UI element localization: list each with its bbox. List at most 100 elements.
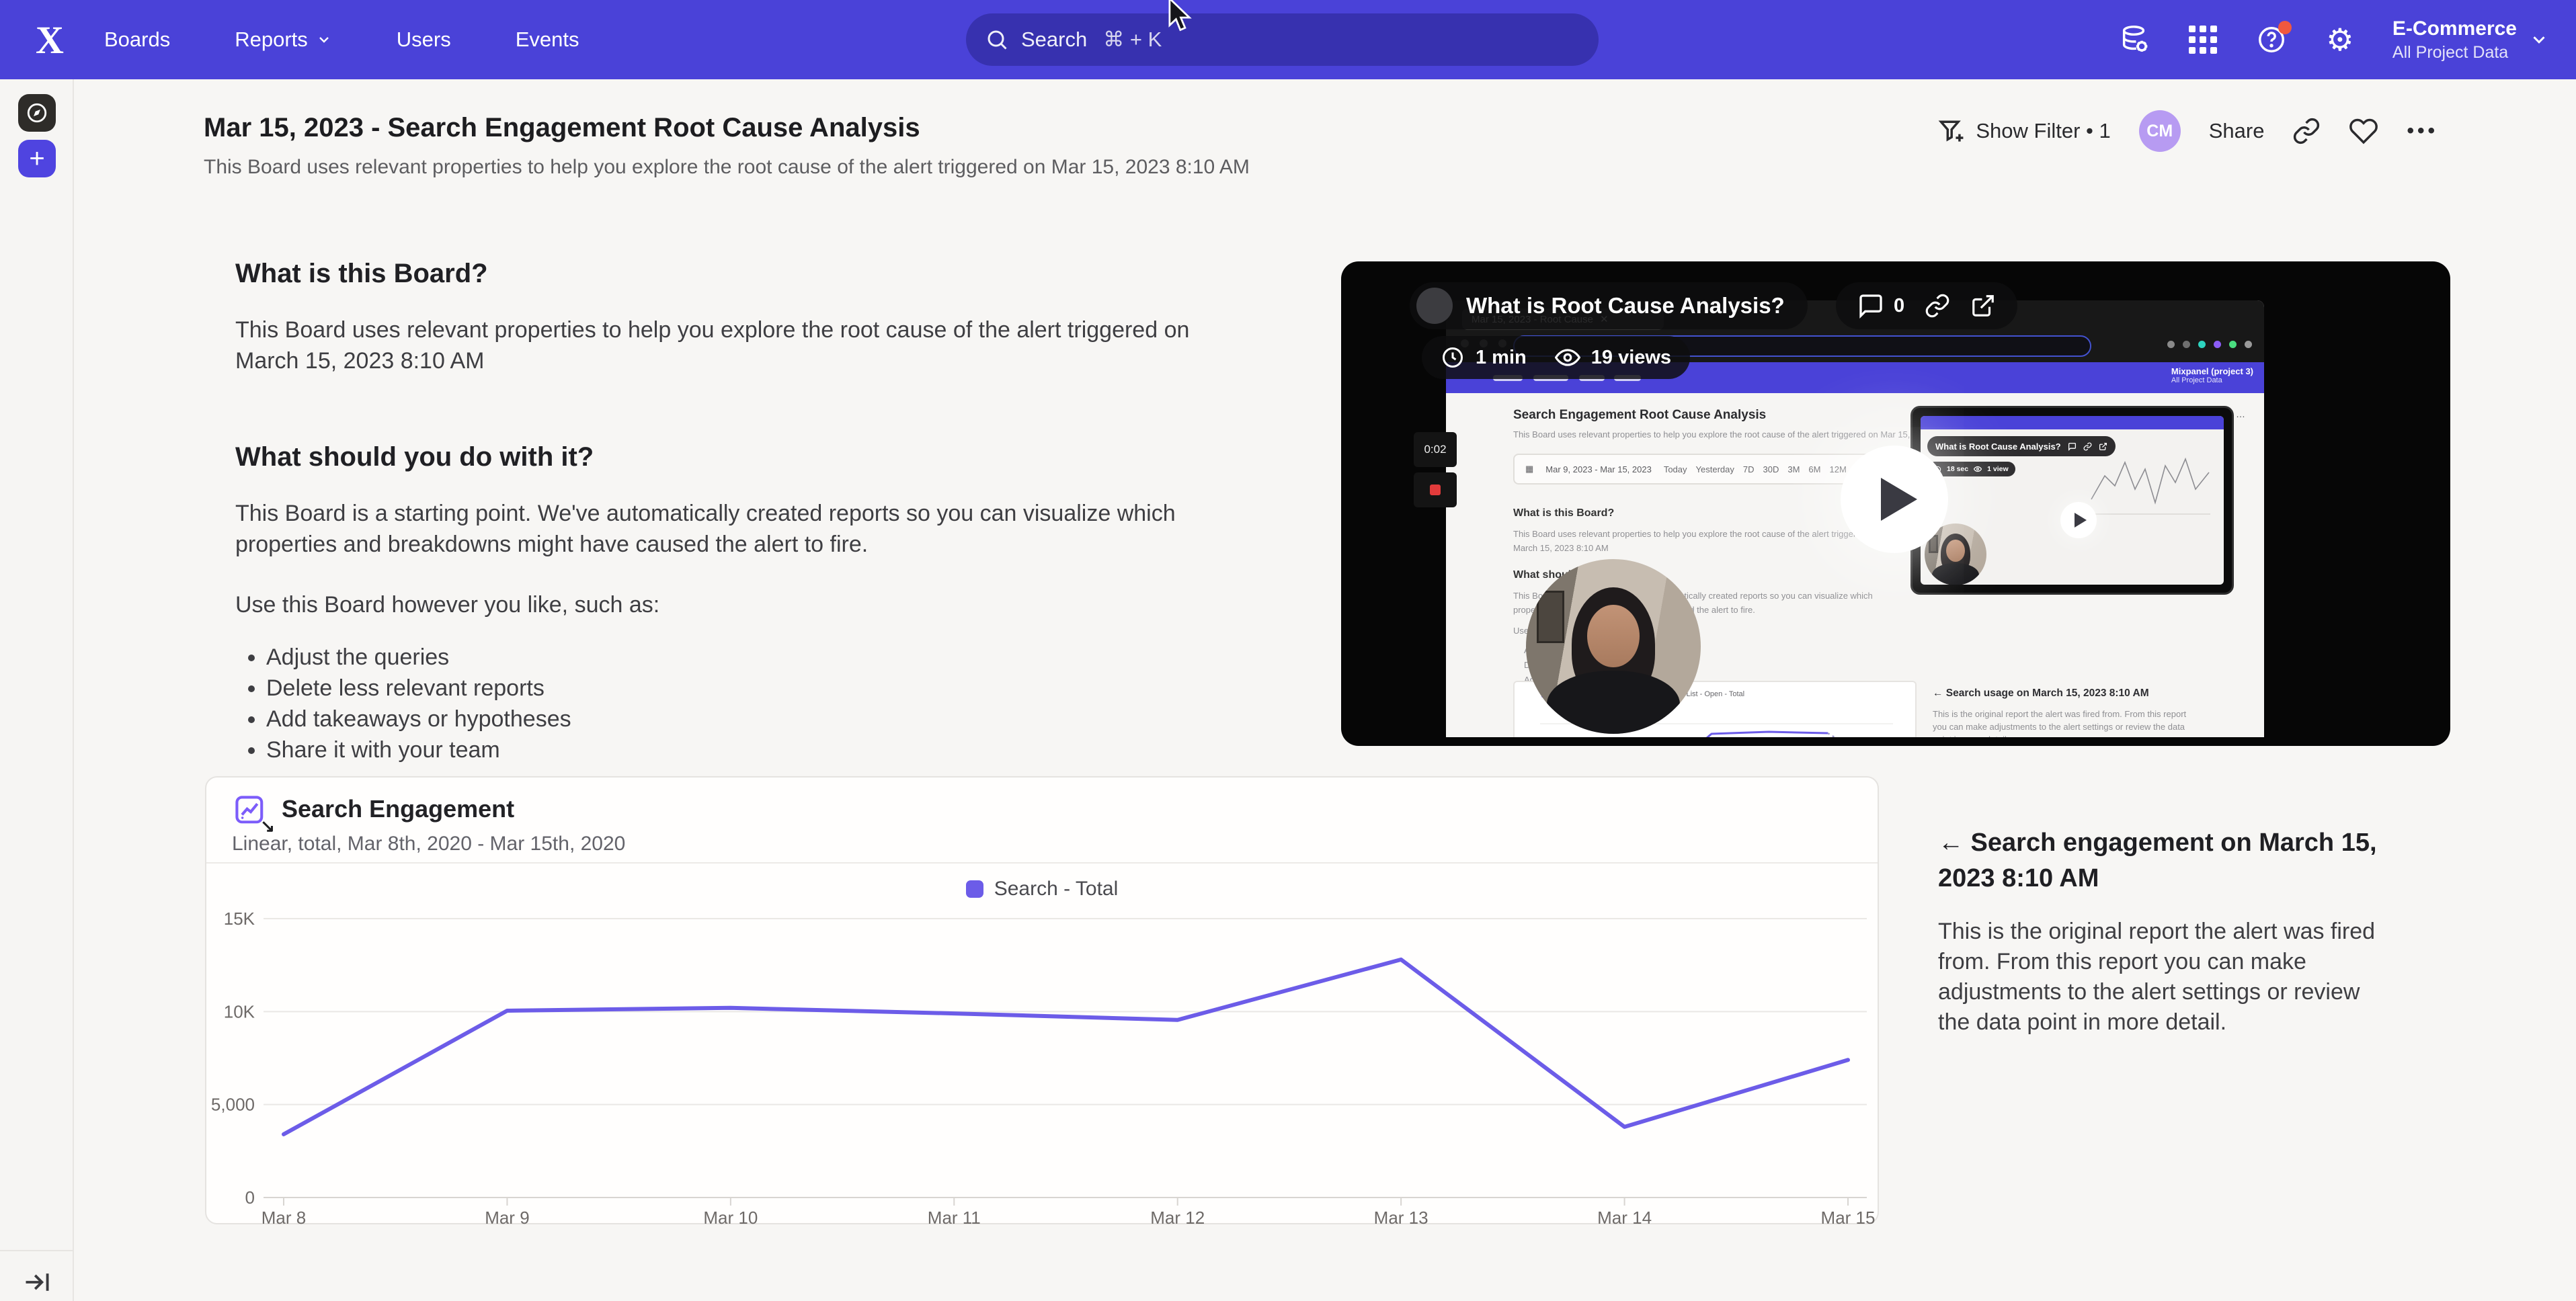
- svg-text:Mar 14: Mar 14: [1597, 1208, 1652, 1228]
- video-pip-preview: What is Root Cause Analysis? 18 sec 1 vi…: [1910, 406, 2234, 595]
- section-paragraph: Use this Board however you like, such as…: [235, 589, 1250, 620]
- filter-funnel-icon: [1937, 116, 1966, 146]
- pip-video-title: What is Root Cause Analysis?: [1935, 442, 2061, 452]
- list-item: Adjust the queries: [266, 642, 1250, 673]
- pip-title-pill: What is Root Cause Analysis?: [1927, 436, 2116, 456]
- nav-item-events[interactable]: Events: [516, 28, 579, 52]
- list-item: Share it with your team: [266, 735, 1250, 765]
- list-item: Add takeaways or hypotheses: [266, 704, 1250, 735]
- expand-right-icon: [22, 1267, 52, 1297]
- mouse-cursor: [1162, 0, 1194, 32]
- discover-boards-button[interactable]: [18, 94, 56, 132]
- svg-text:0: 0: [245, 1187, 255, 1208]
- annotation-body: This is the original report the alert wa…: [1938, 917, 2382, 1038]
- favorite-button[interactable]: [2349, 116, 2378, 146]
- share-button[interactable]: Share: [2209, 119, 2265, 143]
- video-title: What is Root Cause Analysis?: [1466, 293, 1785, 319]
- calendar-icon: ▦: [1525, 464, 1533, 474]
- search-placeholder: Search: [1021, 28, 1087, 52]
- page-title: Mar 15, 2023 - Search Engagement Root Ca…: [204, 113, 920, 143]
- report-title: Search Engagement: [282, 795, 514, 823]
- svg-text:Mar 12: Mar 12: [1150, 1208, 1205, 1228]
- mini-project-name: Mixpanel (project 3): [2171, 366, 2253, 376]
- chart-legend: Search - Total: [206, 873, 1878, 905]
- left-sidebar: +: [0, 79, 74, 1301]
- svg-text:Mar 10: Mar 10: [703, 1208, 758, 1228]
- pip-views: 1 view: [1987, 465, 2009, 473]
- annotation-heading: ← Search engagement on March 15, 2023 8:…: [1938, 825, 2382, 896]
- create-new-button[interactable]: +: [18, 140, 56, 177]
- chevron-down-icon: [2529, 30, 2549, 50]
- alert-annotation: ← Search engagement on March 15, 2023 8:…: [1938, 825, 2382, 1038]
- nav-item-boards[interactable]: Boards: [104, 28, 170, 52]
- report-card-header: ↘ Search Engagement Linear, total, Mar 8…: [206, 778, 1878, 864]
- engagement-line-chart: 05,00010K15KMar 8Mar 9Mar 10Mar 11Mar 12…: [206, 905, 1878, 1228]
- comment-count: 0: [1894, 295, 1904, 317]
- link-icon: [2292, 117, 2321, 145]
- pip-mini-chart: [2088, 439, 2216, 526]
- video-action-pill: 0: [1836, 282, 2017, 329]
- svg-text:Mar 13: Mar 13: [1374, 1208, 1428, 1228]
- report-subtitle: Linear, total, Mar 8th, 2020 - Mar 15th,…: [232, 833, 625, 855]
- avatar[interactable]: CM: [2139, 110, 2181, 152]
- settings-gear-icon[interactable]: ⚙: [2324, 24, 2356, 56]
- pip-mini-nav: [1921, 416, 2224, 429]
- open-external-icon[interactable]: [1970, 293, 1996, 319]
- search-icon: [985, 28, 1009, 52]
- top-nav: X Boards Reports Users Events Search ⌘ +…: [0, 0, 2576, 79]
- video-play-button[interactable]: [1841, 446, 1948, 553]
- mixpanel-logo[interactable]: X: [23, 0, 77, 79]
- pip-play-button[interactable]: [2060, 502, 2097, 538]
- insights-report-icon: ↘: [233, 794, 268, 829]
- comment-icon[interactable]: [1857, 292, 1884, 319]
- board-actions: Show Filter • 1 CM Share •••: [1937, 108, 2438, 155]
- video-title-pill: What is Root Cause Analysis?: [1410, 282, 1808, 329]
- apps-grid-icon[interactable]: [2187, 24, 2219, 56]
- nav-item-label: Boards: [104, 28, 170, 52]
- eye-icon: [1974, 465, 1982, 473]
- copy-link-button[interactable]: [2292, 117, 2321, 145]
- play-icon: [1881, 478, 1917, 521]
- link-icon[interactable]: [1925, 293, 1950, 319]
- list-item: Delete less relevant reports: [266, 673, 1250, 704]
- clock-icon: [1441, 345, 1465, 370]
- video-duration: 1 min: [1476, 347, 1527, 369]
- mini-board-subtitle: This Board uses relevant properties to h…: [1513, 429, 1932, 439]
- notification-badge: [2278, 21, 2292, 34]
- search-input[interactable]: Search ⌘ + K: [966, 13, 1599, 66]
- show-filter-button[interactable]: Show Filter • 1: [1937, 116, 2110, 146]
- legend-label: Search - Total: [994, 878, 1119, 900]
- nav-right-cluster: ⚙ E-Commerce All Project Data: [2118, 0, 2549, 79]
- report-card-search-engagement[interactable]: ↘ Search Engagement Linear, total, Mar 8…: [205, 776, 1879, 1224]
- mini-board-title: Search Engagement Root Cause Analysis: [1513, 408, 1766, 423]
- video-player[interactable]: Mar 15, 2023 - Root Cause✕ Mixpanel (pro…: [1341, 261, 2450, 746]
- nav-item-label: Reports: [235, 28, 308, 52]
- svg-text:Mar 11: Mar 11: [928, 1208, 981, 1228]
- nav-item-label: Users: [397, 28, 451, 52]
- video-meta-pill: 1 min 19 views: [1422, 336, 1690, 379]
- nav-item-label: Events: [516, 28, 579, 52]
- recording-stop-button: [1414, 472, 1457, 507]
- project-switcher[interactable]: E-Commerce All Project Data: [2392, 17, 2549, 62]
- browser-extensions: [2167, 341, 2252, 348]
- chevron-down-icon: [316, 32, 332, 48]
- plus-icon: +: [29, 144, 44, 174]
- project-scope: All Project Data: [2392, 43, 2517, 62]
- help-icon[interactable]: [2255, 24, 2288, 56]
- nav-item-users[interactable]: Users: [397, 28, 451, 52]
- presenter-webcam: [1526, 559, 1701, 734]
- more-options-button[interactable]: •••: [2407, 120, 2438, 142]
- nav-item-reports[interactable]: Reports: [235, 28, 332, 52]
- svg-text:5,000: 5,000: [211, 1095, 255, 1115]
- play-icon: [2075, 513, 2087, 528]
- data-management-icon[interactable]: [2118, 24, 2150, 56]
- legend-swatch: [966, 880, 983, 898]
- expand-sidebar-button[interactable]: [22, 1267, 52, 1297]
- search-shortcut: ⌘ + K: [1103, 28, 1162, 52]
- mini-note-heading: ← Search usage on March 15, 2023 8:10 AM: [1933, 687, 2222, 700]
- svg-text:Mar 15: Mar 15: [1821, 1208, 1876, 1228]
- mini-heading: What is this Board?: [1513, 507, 1614, 519]
- sidebar-divider: [0, 1250, 73, 1251]
- video-views: 19 views: [1591, 347, 1671, 369]
- board-description: What is this Board? This Board uses rele…: [235, 259, 1250, 765]
